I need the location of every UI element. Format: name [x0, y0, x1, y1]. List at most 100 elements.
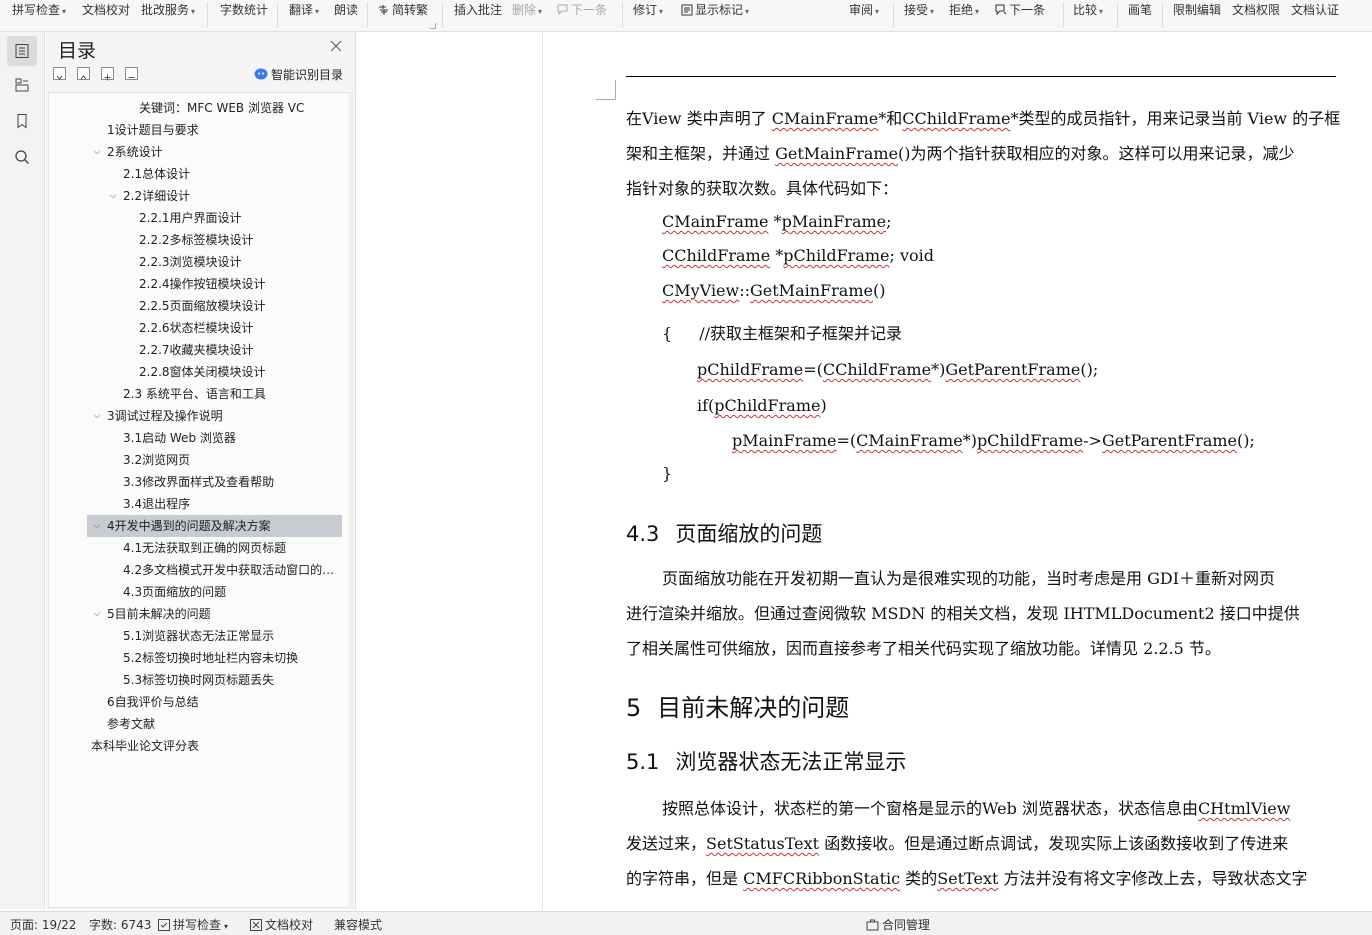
next-comment-button[interactable]: 下一条: [557, 0, 607, 20]
chevron-down-icon[interactable]: ⌵: [91, 515, 103, 537]
code-line[interactable]: {//获取主框架和子框架并记录: [662, 320, 902, 344]
toc-item[interactable]: 6自我评价与总结: [87, 691, 342, 713]
word-count-label: 字数统计: [220, 3, 269, 17]
toc-item[interactable]: ⌵ 3调试过程及操作说明: [87, 405, 342, 427]
toc-item[interactable]: 3.1启动 Web 浏览器: [87, 427, 342, 449]
status-doc-proof[interactable]: 文档校对: [250, 916, 313, 933]
toc-item[interactable]: 5.3标签切换时网页标题丢失: [87, 669, 342, 691]
toc-item[interactable]: 2.2.7收藏夹模块设计: [87, 339, 342, 361]
code-ref: GetMainFrame: [775, 144, 899, 163]
reject-button[interactable]: 拒绝 ▾: [949, 0, 979, 20]
word-count-button[interactable]: 字数统计: [220, 0, 268, 20]
review-button[interactable]: 审阅 ▾: [849, 0, 879, 20]
toc-item[interactable]: 4.2多文档模式开发中获取活动窗口的问题: [87, 559, 342, 581]
chevron-down-icon[interactable]: ⌵: [91, 603, 103, 625]
group-expand-icon[interactable]: [430, 23, 436, 29]
next-revision-button[interactable]: 下一条: [995, 0, 1045, 20]
toc-item[interactable]: 2.2.3浏览模块设计: [87, 251, 342, 273]
simp-trad-button[interactable]: 简转繁: [378, 0, 428, 20]
chevron-down-icon[interactable]: ⌵: [91, 141, 103, 163]
paragraph-zoom[interactable]: 页面缩放功能在开发初期一直认为是很难实现的功能，当时考虑是用 GDI＋重新对网页…: [626, 561, 1338, 666]
translate-button[interactable]: 翻译 ▾: [289, 0, 319, 20]
restrict-edit-button[interactable]: 限制编辑: [1173, 0, 1221, 20]
code-line[interactable]: }: [662, 464, 672, 483]
toc-item[interactable]: 2.2.8窗体关闭模块设计: [87, 361, 342, 383]
toc-item[interactable]: 本科毕业论文评分表: [87, 735, 342, 757]
code-line[interactable]: CChildFrame *pChildFrame; void: [662, 246, 934, 265]
toc-scrollbar[interactable]: [349, 92, 354, 908]
status-spell-check[interactable]: 拼写检查 ▾: [158, 916, 228, 933]
toc-item[interactable]: 2.2.5页面缩放模块设计: [87, 295, 342, 317]
accept-button[interactable]: 接受 ▾: [904, 0, 934, 20]
toc-item[interactable]: 2.2.2多标签模块设计: [87, 229, 342, 251]
code-line[interactable]: CMainFrame *pMainFrame;: [662, 212, 892, 231]
toc-item[interactable]: 4.1无法获取到正确的网页标题: [87, 537, 342, 559]
chevron-down-icon: ▾: [975, 7, 980, 16]
expand-all-button[interactable]: [77, 67, 90, 80]
toc-panel-button[interactable]: [7, 36, 37, 66]
delete-comment-button[interactable]: 删除 ▾: [512, 0, 542, 20]
remove-heading-button[interactable]: [125, 67, 138, 80]
code-line[interactable]: pChildFrame=(CChildFrame*)GetParentFrame…: [697, 360, 1098, 379]
code-line[interactable]: pMainFrame=(CMainFrame*)pChildFrame->Get…: [732, 431, 1255, 450]
document-page[interactable]: 在View 类中声明了 CMainFrame*和CChildFrame*类型的成…: [544, 32, 1372, 910]
chevron-down-icon[interactable]: ⌵: [107, 185, 119, 207]
doc-certify-button[interactable]: 文档认证: [1291, 0, 1339, 20]
pen-button[interactable]: 画笔: [1128, 0, 1152, 20]
toc-item[interactable]: ⌵ 4开发中遇到的问题及解决方案: [87, 515, 342, 537]
toc-item[interactable]: 2.2.4操作按钮模块设计: [87, 273, 342, 295]
compare-button[interactable]: 比较 ▾: [1073, 0, 1103, 20]
translate-label: 翻译: [289, 3, 314, 17]
spell-check-button[interactable]: 拼写检查 ▾: [12, 0, 66, 20]
toc-item[interactable]: 关键词：MFC WEB 浏览器 VC: [87, 97, 342, 119]
toc-item[interactable]: 5.1浏览器状态无法正常显示: [87, 625, 342, 647]
bookmark-button[interactable]: [7, 106, 37, 136]
revise-button[interactable]: 修订 ▾: [633, 0, 663, 20]
toc-item[interactable]: 2.1总体设计: [87, 163, 342, 185]
doc-permission-button[interactable]: 文档权限: [1232, 0, 1280, 20]
toc-item[interactable]: 2.2.1用户界面设计: [87, 207, 342, 229]
toc-item[interactable]: 3.4退出程序: [87, 493, 342, 515]
doc-proof-button[interactable]: 文档校对: [82, 0, 130, 20]
toc-item[interactable]: ⌵ 5目前未解决的问题: [87, 603, 342, 625]
toc-item[interactable]: 4.3页面缩放的问题: [87, 581, 342, 603]
toc-item-label: 3.4退出程序: [123, 497, 191, 511]
paragraph-status-bar[interactable]: 按照总体设计，状态栏的第一个窗格是显示的Web 浏览器状态，状态信息由CHtml…: [626, 791, 1338, 896]
chevron-down-icon: ▾: [930, 7, 935, 16]
read-aloud-button[interactable]: 朗读: [334, 0, 358, 20]
toc-item[interactable]: 参考文献: [87, 713, 342, 735]
next-comment-label: 下一条: [571, 3, 608, 17]
chevron-down-icon[interactable]: ⌵: [91, 405, 103, 427]
chapter-nav-button[interactable]: [7, 70, 37, 100]
close-icon[interactable]: [328, 38, 344, 54]
toc-item[interactable]: 2.3 系统平台、语言和工具: [87, 383, 342, 405]
search-button[interactable]: [7, 142, 37, 172]
toc-item[interactable]: 1设计题目与要求: [87, 119, 342, 141]
contract-manage-button[interactable]: 合同管理: [866, 916, 930, 933]
smart-toc-button[interactable]: 智能识别目录: [254, 66, 343, 83]
code-line[interactable]: CMyView::GetMainFrame(): [662, 281, 885, 300]
heading-5[interactable]: 5 目前未解决的问题: [626, 688, 849, 723]
heading-4-3[interactable]: 4.3 页面缩放的问题: [626, 518, 822, 548]
collapse-all-button[interactable]: [53, 67, 66, 80]
toc-item-label: 6自我评价与总结: [107, 695, 199, 709]
code-token: pChildFrame: [697, 360, 804, 379]
toolbar-divider: [622, 2, 623, 28]
code-line[interactable]: if(pChildFrame): [697, 396, 827, 415]
page-indicator[interactable]: 页面: 19/22: [10, 916, 76, 933]
add-heading-button[interactable]: [101, 67, 114, 81]
insert-comment-button[interactable]: 插入批注: [454, 0, 502, 20]
heading-5-1[interactable]: 5.1 浏览器状态无法正常显示: [626, 746, 906, 776]
text-line: 指针对象的获取次数。具体代码如下：: [626, 179, 899, 198]
paragraph-view-members[interactable]: 在View 类中声明了 CMainFrame*和CChildFrame*类型的成…: [626, 101, 1340, 206]
toc-item[interactable]: 2.2.6状态栏模块设计: [87, 317, 342, 339]
toc-item[interactable]: ⌵ 2系统设计: [87, 141, 342, 163]
word-count-indicator[interactable]: 字数: 6743: [89, 916, 151, 933]
doc-proof-label: 文档校对: [82, 3, 131, 17]
show-marks-button[interactable]: 显示标记 ▾: [681, 0, 749, 20]
toc-item[interactable]: 3.3修改界面样式及查看帮助: [87, 471, 342, 493]
batch-service-button[interactable]: 批改服务 ▾: [141, 0, 195, 20]
toc-item[interactable]: 5.2标签切换时地址栏内容未切换: [87, 647, 342, 669]
toc-item[interactable]: ⌵ 2.2详细设计: [87, 185, 342, 207]
toc-item[interactable]: 3.2浏览网页: [87, 449, 342, 471]
